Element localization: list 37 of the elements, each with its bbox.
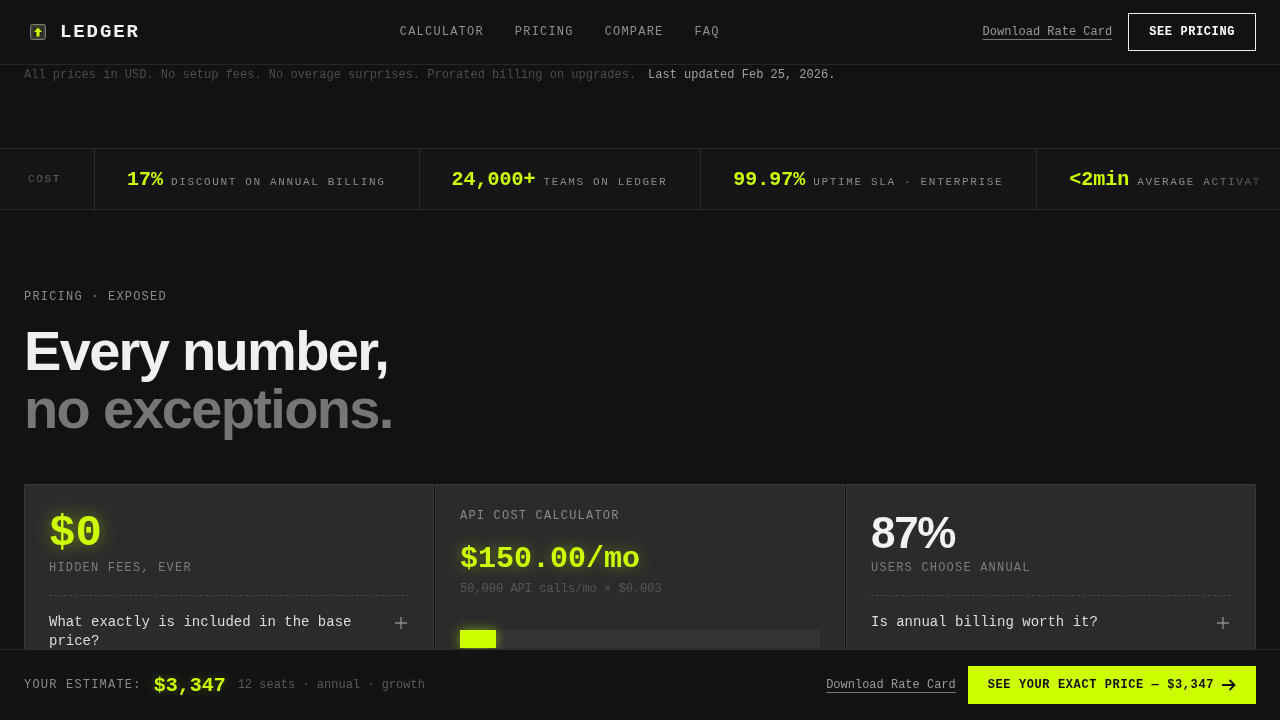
brand-name: LEDGER <box>60 21 140 43</box>
calculator-title: API COST CALCULATOR <box>460 509 620 523</box>
slider-fill[interactable] <box>460 630 496 648</box>
estimate-label: YOUR ESTIMATE: <box>24 678 142 692</box>
stat-value: 99.97% <box>733 167 806 191</box>
slider-track[interactable] <box>460 630 820 648</box>
nav-link[interactable]: FAQ <box>694 25 720 39</box>
nav-link[interactable]: CALCULATOR <box>399 25 484 39</box>
download-link[interactable]: Download Rate Card <box>826 678 956 692</box>
stat-value: 87% <box>871 509 956 557</box>
calculator-price: $150.00/mo <box>460 541 641 577</box>
stat-label: UPTIME SLA · ENTERPRISE <box>813 175 1004 188</box>
nav-link[interactable]: COMPARE <box>604 25 664 39</box>
estimate-amount: $3,347 <box>153 673 226 697</box>
arrow-right-icon <box>1222 679 1236 691</box>
nav-link[interactable]: PRICING <box>514 25 574 39</box>
stat-label: DISCOUNT ON ANNUAL BILLING <box>171 175 386 188</box>
headline-line: Every number, <box>24 322 389 380</box>
stat-value: 24,000+ <box>451 167 536 191</box>
stat-label: TEAMS ON LEDGER <box>543 175 668 188</box>
exact-price-button[interactable]: SEE YOUR EXACT PRICE — $3,347 <box>967 666 1256 704</box>
stat-label: AVERAGE ACTIVAT <box>1137 175 1261 188</box>
stat-label: USERS CHOOSE ANNUAL <box>871 561 1031 575</box>
last-updated-text: Last updated Feb 25, 2026. <box>648 68 836 82</box>
stat-value: <2min <box>1069 167 1130 191</box>
eyebrow-text: PRICING · EXPOSED <box>24 290 167 304</box>
see-pricing-button[interactable]: SEE PRICING <box>1128 13 1256 51</box>
logo-icon <box>30 24 46 40</box>
stat-value: $0 <box>49 509 102 557</box>
notice-text: All prices in USD. No setup fees. No overage surprises. Prorated billing on upgrades. <box>24 68 637 82</box>
estimate-details: 12 seats · annual · growth <box>237 678 425 692</box>
stat-label: HIDDEN FEES, EVER <box>49 561 192 575</box>
download-link[interactable]: Download Rate Card <box>982 25 1113 39</box>
faq-question[interactable]: Is annual billing worth it? <box>871 613 1231 632</box>
stat-label: COST <box>28 173 61 185</box>
faq-question[interactable]: What exactly is included in the base price? <box>49 613 409 651</box>
stat-value: 17% <box>127 167 163 191</box>
